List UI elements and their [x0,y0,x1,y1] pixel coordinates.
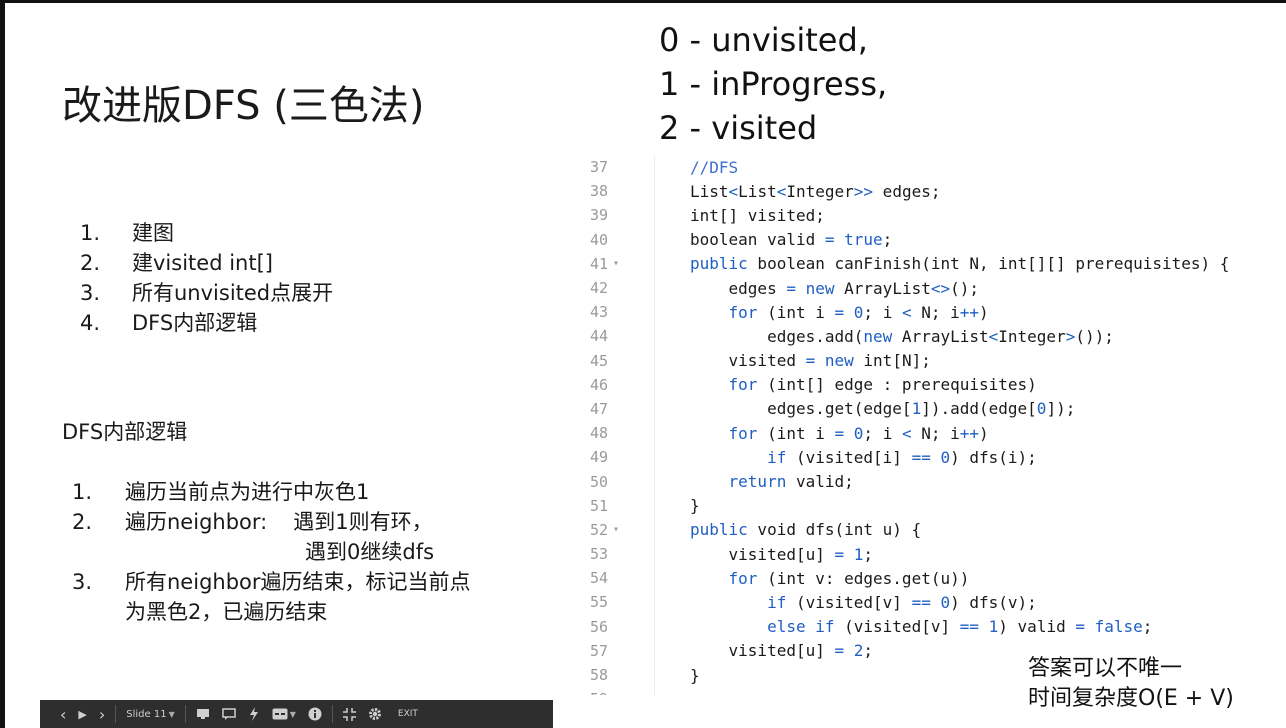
code-line: 54 for (int v: edges.get(u)) [578,566,1286,590]
code-line: 56 else if (visited[v] == 1) valid = fal… [578,615,1286,639]
line-number: 43 [589,303,608,322]
line-number: 44 [589,327,608,346]
line-number: 55 [589,593,608,612]
step-number: 3. [80,281,101,305]
presentation-toolbar: ‹ ▶ › Slide 11 ▼ ▼ EXIT [40,700,553,728]
slide-label: Slide 11 [126,708,167,720]
logic-item: 3. 所有neighbor遍历结束，标记当前点 为黑色2，已遍历结束 [72,567,471,627]
next-slide-icon[interactable]: › [93,700,111,728]
step-text: DFS内部逻辑 [132,311,258,335]
fullscreen-exit-icon[interactable] [337,700,362,728]
logic-number: 1. [72,480,93,504]
complexity-note: 答案可以不唯一 时间复杂度O(E + V) [1028,654,1234,714]
line-number: 38 [589,182,608,201]
line-number: 41 [589,254,608,273]
code-line: 38 List<List<Integer>> edges; [578,179,1286,203]
line-number: 40 [589,230,608,249]
line-number: 45 [589,351,608,370]
code-line: 39 int[] visited; [578,203,1286,227]
step-item: 3. 所有unvisited点展开 [80,278,333,308]
line-number: 56 [589,617,608,636]
captions-icon[interactable]: ▼ [266,700,302,728]
line-number: 39 [589,206,608,225]
logic-item: 1. 遍历当前点为进行中灰色1 [72,477,471,507]
line-number: 59 [578,690,608,695]
code-line: 43 for (int i = 0; i < N; i++) [578,300,1286,324]
line-number: 47 [589,399,608,418]
step-number: 2. [80,251,101,275]
code-line: 49 if (visited[i] == 0) dfs(i); [578,445,1286,469]
logic-text: 为黑色2，已遍历结束 [125,600,328,624]
step-item: 2. 建visited int[] [80,248,333,278]
logic-number: 2. [72,510,93,534]
code-line: 45 visited = new int[N]; [578,349,1286,373]
code-line: 52 ▾ public void dfs(int u) { [578,518,1286,542]
logic-item: 2. 遍历neighbor: 遇到1则有环， 遇到0继续dfs [72,507,471,567]
state-legend: 0 - unvisited, 1 - inProgress, 2 - visit… [659,18,887,150]
line-number: 37 [589,158,608,177]
step-item: 1. 建图 [80,218,333,248]
dfs-logic-heading: DFS内部逻辑 [62,420,188,444]
speaker-notes-icon[interactable] [190,700,216,728]
state-visited: 2 - visited [659,109,818,147]
state-unvisited: 0 - unvisited, [659,21,868,59]
code-line: 42 edges = new ArrayList<>(); [578,276,1286,300]
prev-slide-icon[interactable]: ‹ [54,700,72,728]
code-line: 47 edges.get(edge[1]).add(edge[0]); [578,397,1286,421]
code-line: 37//DFS [578,155,1286,179]
chevron-down-icon: ▼ [168,709,175,719]
code-line: 53 visited[u] = 1; [578,542,1286,566]
code-line: 44 edges.add(new ArrayList<Integer>()); [578,324,1286,348]
steps-list: 1. 建图 2. 建visited int[] 3. 所有unvisited点展开 4… [80,218,333,338]
logic-number: 3. [72,570,93,594]
gear-icon[interactable] [362,700,388,728]
chevron-down-icon: ▼ [289,709,296,719]
slide-title: 改进版DFS (三色法) [62,83,425,129]
code-line: 50 return valid; [578,469,1286,493]
line-number: 42 [589,279,608,298]
line-number: 52 [589,520,608,539]
logic-text: 遇到0继续dfs [305,540,435,564]
state-in-progress: 1 - inProgress, [659,65,888,103]
step-number: 4. [80,311,101,335]
code-line: 41 ▾ public boolean canFinish(int N, int[]… [578,252,1286,276]
code-line: 40 boolean valid = true; [578,228,1286,252]
step-text: 建visited int[] [132,251,273,275]
line-number: 51 [589,496,608,515]
fold-toggle-icon[interactable]: ▾ [608,524,624,535]
line-number: 54 [589,569,608,588]
code-line: 55 if (visited[v] == 0) dfs(v); [578,590,1286,614]
code-line: 46 for (int[] edge : prerequisites) [578,373,1286,397]
logic-text: 遇到1则有环， [293,510,433,534]
line-number: 49 [589,448,608,467]
logic-text: 遍历neighbor: [125,510,268,534]
step-number: 1. [80,221,101,245]
note-line: 答案可以不唯一 [1028,656,1183,681]
info-icon[interactable] [302,700,328,728]
laser-pointer-icon[interactable] [242,700,266,728]
line-number: 57 [589,641,608,660]
play-icon[interactable]: ▶ [72,700,92,728]
window-left-border [0,0,5,728]
step-text: 建图 [132,221,174,245]
dfs-logic-list: 1. 遍历当前点为进行中灰色1 2. 遍历neighbor: 遇到1则有环， 遇… [72,477,471,627]
exit-button[interactable]: EXIT [392,700,424,728]
code-line: 48 for (int i = 0; i < N; i++) [578,421,1286,445]
qa-icon[interactable] [216,700,242,728]
line-number: 46 [589,375,608,394]
logic-text: 遍历当前点为进行中灰色1 [125,480,370,504]
line-number: 58 [589,666,608,685]
code-line: 51} [578,494,1286,518]
step-item: 4. DFS内部逻辑 [80,308,333,338]
window-top-border [0,0,1286,3]
fold-toggle-icon[interactable]: ▾ [608,258,624,269]
code-editor: 37//DFS 38 List<List<Integer>> edges; 39 i… [578,155,1286,695]
line-number: 50 [589,472,608,491]
line-number: 48 [589,424,608,443]
line-number: 53 [589,545,608,564]
step-text: 所有unvisited点展开 [132,281,334,305]
logic-text: 所有neighbor遍历结束，标记当前点 [125,570,471,594]
note-line: 时间复杂度O(E + V) [1028,686,1234,711]
slide-selector[interactable]: Slide 11 ▼ [120,700,180,728]
